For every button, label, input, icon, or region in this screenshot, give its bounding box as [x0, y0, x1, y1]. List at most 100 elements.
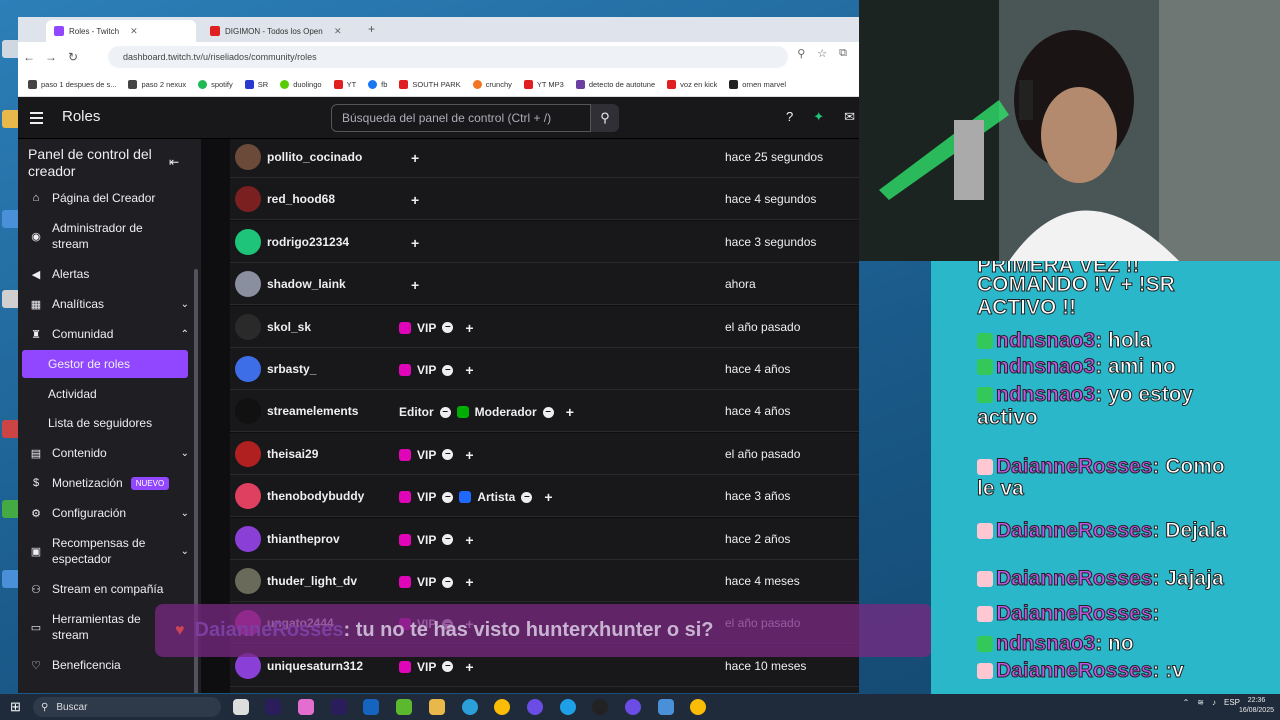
username[interactable]: rodrigo231234 [267, 235, 349, 249]
premiere-icon[interactable] [331, 699, 347, 715]
remove-role-icon[interactable]: – [542, 406, 554, 418]
sidebar-item-seguidores[interactable]: Lista de seguidores [18, 414, 193, 432]
chrome-icon[interactable] [494, 699, 510, 715]
bookmark[interactable]: paso 1 despues de s... [28, 79, 116, 89]
new-tab-icon[interactable]: + [368, 22, 375, 36]
remove-role-icon[interactable]: – [442, 534, 454, 546]
app-icon[interactable] [658, 699, 674, 715]
add-role-icon[interactable]: + [465, 659, 473, 675]
volume-icon[interactable]: ♪ [1212, 698, 1216, 707]
avatar[interactable] [235, 398, 261, 425]
language-indicator[interactable]: ESP [1224, 698, 1240, 707]
bookmark[interactable]: spotify [198, 79, 233, 89]
sparkle-icon[interactable]: ✦ [813, 109, 824, 125]
bookmark[interactable]: duolingo [280, 79, 322, 89]
obs-icon[interactable] [592, 699, 608, 715]
sidebar-item-compania[interactable]: ⚇ Stream en compañía [18, 580, 193, 598]
avatar[interactable] [235, 144, 261, 170]
folder-icon[interactable] [429, 699, 445, 715]
username[interactable]: streamelements [267, 404, 358, 418]
bookmark[interactable]: SOUTH PARK [399, 79, 461, 89]
sidebar-item-comunidad[interactable]: ♜ Comunidad ⌃ [18, 325, 193, 343]
close-icon[interactable]: ✕ [130, 26, 138, 37]
star-icon[interactable]: ☆ [817, 47, 827, 60]
add-role-icon[interactable]: + [465, 362, 473, 378]
username[interactable]: red_hood68 [267, 192, 335, 206]
bookmark[interactable]: voz en kick [667, 79, 717, 89]
extensions-icon[interactable]: ⧉ [839, 47, 847, 60]
remove-role-icon[interactable]: – [442, 322, 454, 334]
sidebar-item-actividad[interactable]: Actividad [18, 385, 193, 403]
username[interactable]: shadow_laink [267, 277, 346, 291]
avatar[interactable] [235, 228, 261, 255]
add-role-icon[interactable]: + [465, 320, 473, 336]
browser-tab-roles[interactable]: Roles - Twitch ✕ [46, 20, 196, 42]
add-role-icon[interactable]: + [411, 277, 419, 293]
url-input[interactable]: dashboard.twitch.tv/u/riseliados/communi… [108, 46, 788, 68]
bookmark[interactable]: fb [368, 79, 387, 89]
chevron-up-icon[interactable]: ⌃ [1183, 698, 1190, 707]
search-icon[interactable]: ⚲ [591, 104, 619, 132]
mail-icon[interactable]: ✉ [844, 109, 855, 125]
sidebar-item-recompensas[interactable]: ▣ Recompensas de espectador ⌄ [18, 534, 193, 568]
collapse-icon[interactable]: ⇤ [169, 155, 179, 169]
windows-start-icon[interactable]: ⊞ [10, 699, 21, 715]
remove-role-icon[interactable]: – [521, 491, 533, 503]
help-icon[interactable]: ? [786, 109, 793, 125]
reload-icon[interactable]: ↻ [62, 50, 84, 64]
sidebar-item-beneficencia[interactable]: ♡ Beneficencia [18, 656, 193, 674]
menu-icon[interactable] [24, 106, 48, 130]
forward-icon[interactable]: → [40, 50, 62, 64]
bookmark[interactable]: YT [333, 79, 356, 89]
chrome-icon[interactable] [690, 699, 706, 715]
username[interactable]: thuder_light_dv [267, 574, 357, 588]
add-role-icon[interactable]: + [411, 235, 419, 251]
add-role-icon[interactable]: + [566, 404, 574, 420]
avatar[interactable] [235, 313, 261, 340]
task-view-icon[interactable] [233, 699, 249, 715]
outlook-icon[interactable] [363, 699, 379, 715]
avatar[interactable] [235, 271, 261, 298]
username[interactable]: thenobodybuddy [267, 489, 364, 503]
clock[interactable]: 22:36 16/08/2025 [1239, 696, 1274, 716]
search-input[interactable]: Búsqueda del panel de control (Ctrl + /) [331, 104, 591, 132]
avatar[interactable] [235, 356, 261, 382]
bookmark[interactable]: detecto de autotune [575, 79, 655, 89]
app-icon[interactable] [462, 699, 478, 715]
add-role-icon[interactable]: + [411, 150, 419, 166]
remove-role-icon[interactable]: – [442, 576, 454, 588]
sidebar-item-pagina-creador[interactable]: ⌂ Página del Creador [18, 189, 193, 207]
bookmark[interactable]: ornen marvel [729, 79, 786, 89]
back-icon[interactable]: ← [18, 50, 40, 64]
taskbar-search[interactable]: ⚲ Buscar [33, 697, 221, 717]
add-role-icon[interactable]: + [465, 447, 473, 463]
remove-role-icon[interactable]: – [442, 491, 454, 503]
remove-role-icon[interactable]: – [442, 364, 454, 376]
bookmark[interactable]: paso 2 nexux [128, 79, 186, 89]
sidebar-item-gestor-roles[interactable]: Gestor de roles [22, 350, 188, 378]
app-icon[interactable] [527, 699, 543, 715]
remove-role-icon[interactable]: – [442, 661, 454, 673]
wifi-icon[interactable]: ≋ [1197, 698, 1204, 707]
sidebar-item-administrador[interactable]: ◉ Administrador de stream [18, 219, 193, 253]
edge-icon[interactable] [560, 699, 576, 715]
copilot-icon[interactable] [298, 699, 314, 715]
avatar[interactable] [235, 440, 261, 467]
avatar[interactable] [235, 186, 261, 213]
username[interactable]: thiantheprov [267, 532, 340, 546]
app-icon[interactable] [625, 699, 641, 715]
add-role-icon[interactable]: + [465, 574, 473, 590]
bookmark[interactable]: crunchy [472, 79, 512, 89]
add-role-icon[interactable]: + [411, 192, 419, 208]
after-effects-icon[interactable] [265, 699, 281, 715]
browser-tab-digimon[interactable]: DIGIMON - Todos los Opening... ✕ [202, 20, 362, 42]
username[interactable]: theisai29 [267, 447, 318, 461]
sidebar-item-contenido[interactable]: ▤ Contenido ⌄ [18, 444, 193, 462]
username[interactable]: srbasty_ [267, 362, 316, 376]
avatar[interactable] [235, 525, 261, 552]
zoom-icon[interactable]: ⚲ [797, 47, 805, 60]
nvidia-icon[interactable] [396, 699, 412, 715]
bookmark[interactable]: YT MP3 [523, 79, 564, 89]
sidebar-item-configuracion[interactable]: ⚙ Configuración ⌄ [18, 504, 193, 522]
bookmark[interactable]: SR [244, 79, 268, 89]
